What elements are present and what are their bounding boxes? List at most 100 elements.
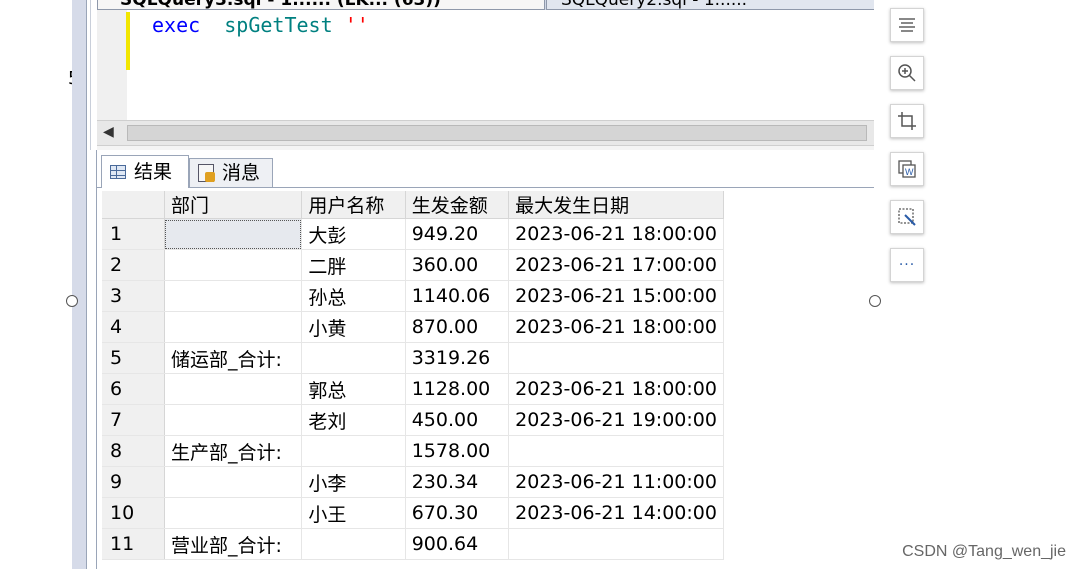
table-row[interactable]: 10 小王 670.30 2023-06-21 14:00:00 [102,497,724,529]
cell-user[interactable]: 小黄 [301,311,406,343]
tab-sqlquery3[interactable]: SQLQuery3.sql - 1...... (LK... (63)) [97,0,545,10]
row-number[interactable]: 4 [102,311,165,343]
cell-amount[interactable]: 900.64 [405,528,510,560]
table-row[interactable]: 6 郭总 1128.00 2023-06-21 18:00:00 [102,373,724,405]
change-marker [126,12,130,70]
table-row[interactable]: 11 营业部_合计: 900.64 [102,528,724,560]
code-string: '' [344,13,369,37]
cell-user[interactable] [301,528,406,560]
cell-date[interactable] [508,342,724,374]
table-row[interactable]: 3 孙总 1140.06 2023-06-21 15:00:00 [102,280,724,312]
tab-results[interactable]: 结果 [101,155,189,188]
word-export-button[interactable]: W [890,152,924,186]
row-number[interactable]: 10 [102,497,165,529]
scrollbar-thumb[interactable] [127,125,867,141]
editor-gutter [97,10,127,120]
image-toolbar: W ··· [890,8,926,296]
watermark: CSDN @Tang_wen_jie [902,543,1066,560]
text-format-button[interactable] [890,8,924,42]
tab-sqlquery2[interactable]: SQLQuery2.sql - 1...... [546,0,874,10]
zoom-in-button[interactable] [890,56,924,90]
table-row[interactable]: 9 小李 230.34 2023-06-21 11:00:00 [102,466,724,498]
cell-date[interactable]: 2023-06-21 18:00:00 [508,218,724,250]
cell-amount[interactable]: 1128.00 [405,373,510,405]
more-button[interactable]: ··· [890,248,924,282]
grid-icon [110,165,126,179]
cell-amount[interactable]: 1578.00 [405,435,510,467]
row-number[interactable]: 3 [102,280,165,312]
cell-amount[interactable]: 230.34 [405,466,510,498]
editor-horizontal-scrollbar[interactable]: ◀ [97,120,874,146]
tab-messages-label: 消息 [222,162,261,184]
table-row[interactable]: 4 小黄 870.00 2023-06-21 18:00:00 [102,311,724,343]
cell-dept[interactable] [164,497,303,529]
cell-dept[interactable]: 储运部_合计: [164,342,303,374]
resize-handle-right[interactable] [869,295,881,307]
tab-messages[interactable]: 消息 [189,158,273,187]
table-row[interactable]: 5 储运部_合计: 3319.26 [102,342,724,374]
zoom-in-icon [898,64,916,82]
document-tab-strip: SQLQuery3.sql - 1...... (LK... (63)) SQL… [97,0,874,10]
cell-date[interactable]: 2023-06-21 18:00:00 [508,311,724,343]
row-number[interactable]: 11 [102,528,165,560]
column-header-dept[interactable]: 部门 [164,191,303,219]
crop-button[interactable] [890,104,924,138]
row-number[interactable]: 8 [102,435,165,467]
column-header-amount[interactable]: 生发金额 [405,191,510,219]
table-row[interactable]: 1 大彭 949.20 2023-06-21 18:00:00 [102,218,724,250]
cell-amount[interactable]: 1140.06 [405,280,510,312]
cell-user[interactable]: 老刘 [301,404,406,436]
row-number[interactable]: 1 [102,218,165,250]
table-row[interactable]: 7 老刘 450.00 2023-06-21 19:00:00 [102,404,724,436]
row-number[interactable]: 2 [102,249,165,281]
cell-dept[interactable] [164,404,303,436]
cell-dept[interactable] [164,311,303,343]
cell-date[interactable] [508,528,724,560]
row-number[interactable]: 7 [102,404,165,436]
results-grid[interactable]: 部门 用户名称 生发金额 最大发生日期 1 大彭 949.20 2023-06-… [102,191,724,560]
cell-date[interactable]: 2023-06-21 11:00:00 [508,466,724,498]
cell-dept[interactable]: 营业部_合计: [164,528,303,560]
grid-corner[interactable] [102,191,165,219]
cell-date[interactable]: 2023-06-21 19:00:00 [508,404,724,436]
cell-date[interactable]: 2023-06-21 15:00:00 [508,280,724,312]
row-number[interactable]: 9 [102,466,165,498]
cell-dept[interactable] [164,249,303,281]
cell-dept[interactable] [164,373,303,405]
cell-user[interactable]: 小王 [301,497,406,529]
resize-handle-left[interactable] [66,295,78,307]
cell-user[interactable]: 大彭 [301,218,406,250]
cell-user[interactable]: 二胖 [301,249,406,281]
cell-dept[interactable] [164,218,303,250]
cell-dept[interactable] [164,466,303,498]
row-number[interactable]: 5 [102,342,165,374]
code-line[interactable]: exec spGetTest '' [152,13,369,37]
cell-user[interactable]: 小李 [301,466,406,498]
cell-user[interactable]: 孙总 [301,280,406,312]
cell-amount[interactable]: 870.00 [405,311,510,343]
cell-amount[interactable]: 949.20 [405,218,510,250]
cell-date[interactable]: 2023-06-21 17:00:00 [508,249,724,281]
cell-user[interactable] [301,342,406,374]
cell-amount[interactable]: 3319.26 [405,342,510,374]
cell-date[interactable]: 2023-06-21 18:00:00 [508,373,724,405]
table-row[interactable]: 8 生产部_合计: 1578.00 [102,435,724,467]
cell-user[interactable]: 郭总 [301,373,406,405]
cell-amount[interactable]: 360.00 [405,249,510,281]
column-header-date[interactable]: 最大发生日期 [508,191,724,219]
crop-icon [898,112,916,130]
cell-amount[interactable]: 670.30 [405,497,510,529]
table-row[interactable]: 2 二胖 360.00 2023-06-21 17:00:00 [102,249,724,281]
query-editor[interactable]: exec spGetTest '' [97,10,874,120]
cell-user[interactable] [301,435,406,467]
column-header-user[interactable]: 用户名称 [301,191,406,219]
row-number[interactable]: 6 [102,373,165,405]
left-splitter[interactable] [72,0,86,569]
cell-dept[interactable]: 生产部_合计: [164,435,303,467]
cell-dept[interactable] [164,280,303,312]
scroll-left-icon[interactable]: ◀ [103,124,114,140]
cell-amount[interactable]: 450.00 [405,404,510,436]
cell-date[interactable]: 2023-06-21 14:00:00 [508,497,724,529]
image-edit-button[interactable] [890,200,924,234]
cell-date[interactable] [508,435,724,467]
